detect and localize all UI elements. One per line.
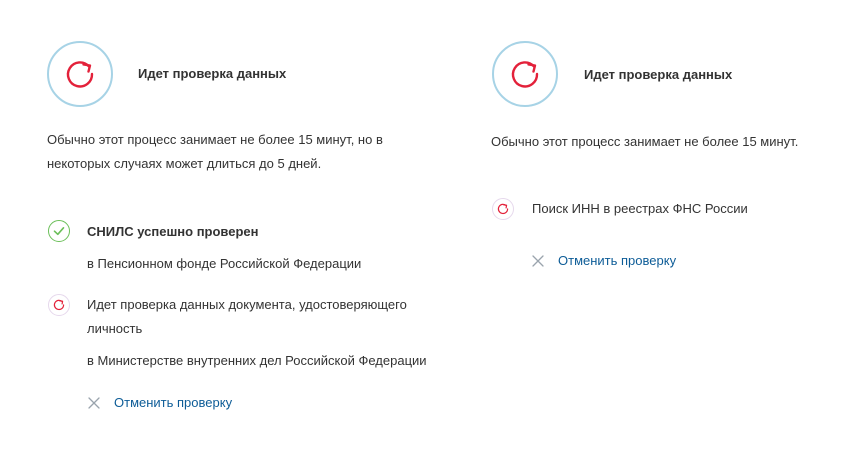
close-icon — [532, 254, 544, 267]
step-detail: в Пенсионном фонде Российской Федерации — [87, 256, 362, 271]
check-icon — [48, 220, 70, 242]
status-refresh-icon — [492, 41, 558, 107]
status-description: Обычно этот процесс занимает не более 15… — [491, 134, 799, 149]
status-description: Обычно этот процесс занимает не более 15… — [47, 132, 383, 171]
step-title: СНИЛС успешно проверен — [87, 224, 259, 239]
refresh-icon — [492, 198, 514, 220]
step-title: Поиск ИНН в реестрах ФНС России — [532, 201, 748, 216]
close-icon — [88, 396, 100, 409]
step-detail: в Министерстве внутренних дел Российской… — [87, 353, 427, 368]
cancel-check-button[interactable]: Отменить проверку — [87, 395, 232, 410]
step-title: Идет проверка данных документа, удостове… — [87, 297, 407, 336]
status-refresh-icon — [47, 41, 113, 107]
cancel-check-label[interactable]: Отменить проверку — [558, 253, 676, 268]
status-title: Идет проверка данных — [584, 67, 733, 82]
refresh-icon — [48, 294, 70, 316]
cancel-check-button[interactable]: Отменить проверку — [531, 253, 676, 268]
cancel-check-label[interactable]: Отменить проверку — [114, 395, 232, 410]
status-title: Идет проверка данных — [138, 66, 287, 81]
